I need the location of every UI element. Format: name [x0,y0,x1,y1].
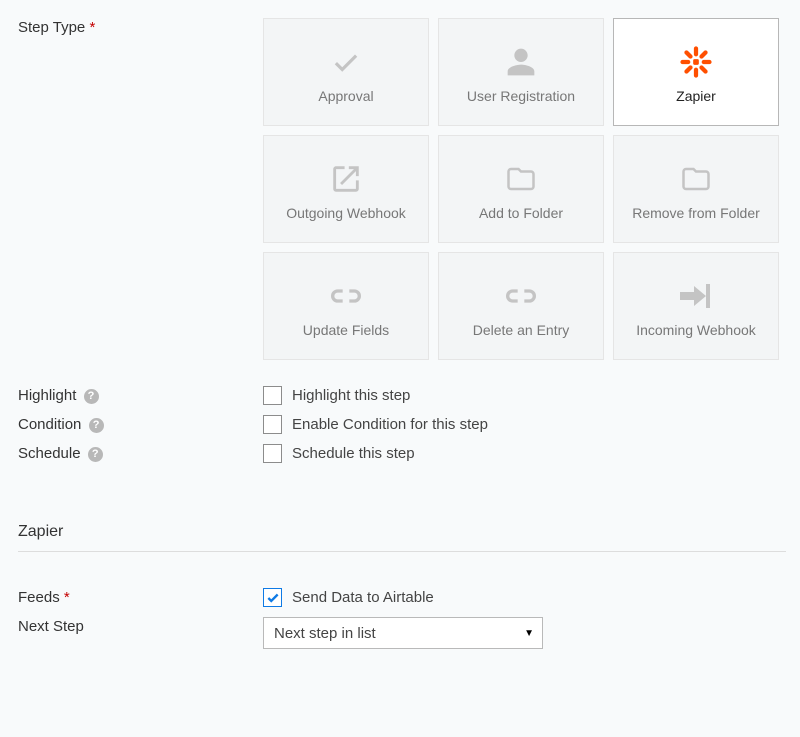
help-icon[interactable]: ? [88,447,103,462]
zapier-section-title: Zapier [18,523,786,552]
step-type-zapier[interactable]: Zapier [613,18,779,126]
step-type-incoming-webhook[interactable]: Incoming Webhook [613,252,779,360]
step-type-delete-entry[interactable]: Delete an Entry [438,252,604,360]
next-step-select[interactable]: Next step in list ▼ [263,617,543,649]
feeds-checkbox-label[interactable]: Send Data to Airtable [292,589,434,606]
highlight-checkbox[interactable] [263,386,282,405]
condition-checkbox[interactable] [263,415,282,434]
help-icon[interactable]: ? [84,389,99,404]
chevron-down-icon: ▼ [524,628,534,639]
schedule-checkbox-label[interactable]: Schedule this step [292,445,415,462]
link-icon [501,274,541,318]
feeds-checkbox[interactable] [263,588,282,607]
schedule-label: Schedule ? [18,444,263,462]
folder-icon [503,157,539,201]
user-icon [505,40,537,84]
schedule-checkbox[interactable] [263,444,282,463]
folder-icon [678,157,714,201]
condition-checkbox-label[interactable]: Enable Condition for this step [292,416,488,433]
condition-label: Condition ? [18,415,263,433]
step-type-label: Step Type * [18,18,263,36]
feeds-label: Feeds * [18,588,263,606]
arrow-in-icon [678,274,714,318]
highlight-label: Highlight ? [18,386,263,404]
step-type-user-registration[interactable]: User Registration [438,18,604,126]
check-icon [327,40,365,84]
step-type-update-fields[interactable]: Update Fields [263,252,429,360]
next-step-label: Next Step [18,617,263,635]
link-icon [326,274,366,318]
step-type-approval[interactable]: Approval [263,18,429,126]
help-icon[interactable]: ? [89,418,104,433]
step-type-add-to-folder[interactable]: Add to Folder [438,135,604,243]
step-type-remove-from-folder[interactable]: Remove from Folder [613,135,779,243]
step-type-outgoing-webhook[interactable]: Outgoing Webhook [263,135,429,243]
step-type-grid: Approval User Registration Zapier Outgoi… [263,18,786,360]
zapier-icon [679,40,713,84]
highlight-checkbox-label[interactable]: Highlight this step [292,387,410,404]
external-link-icon [329,157,363,201]
